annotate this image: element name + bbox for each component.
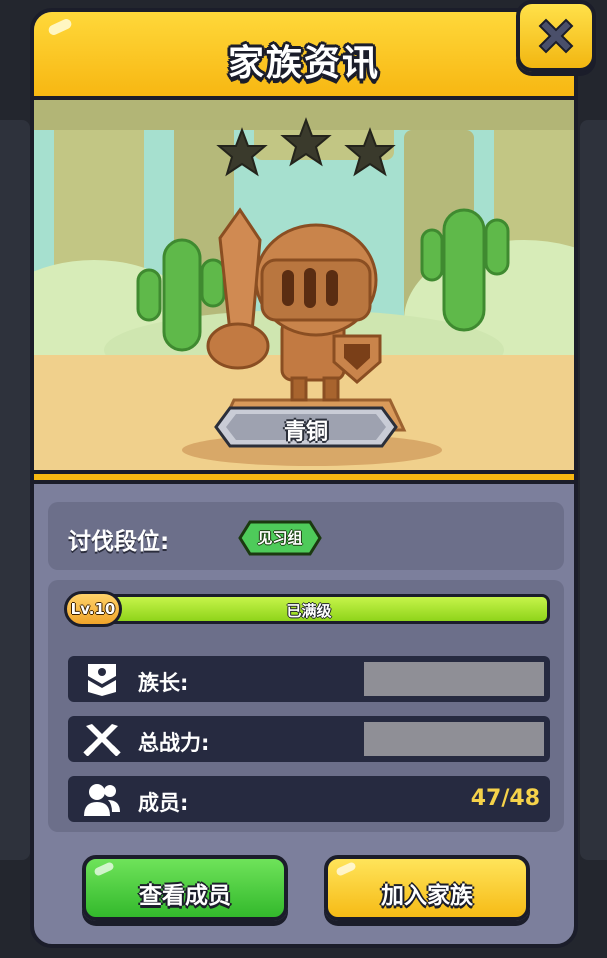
- crossed-swords-icon: [82, 722, 122, 760]
- close-button[interactable]: [516, 0, 596, 72]
- members-count: 47/48: [470, 786, 540, 811]
- background-panel-left: [0, 120, 30, 860]
- view-members-label: 查看成员: [139, 883, 231, 909]
- button-shine: [93, 861, 115, 877]
- raid-rank-badge-text: 见习组: [257, 529, 303, 547]
- total-power-value: [364, 722, 544, 756]
- level-status: 已满级: [286, 602, 332, 620]
- total-power-row: 总战力:: [68, 716, 550, 762]
- star-icon-3: [344, 127, 396, 177]
- clan-stats-box: 已满级 Lv.10 族长: 总战力: 成员: 47/48: [48, 580, 564, 832]
- level-badge: Lv.10: [64, 591, 122, 627]
- leader-badge-icon: [82, 662, 122, 700]
- total-power-label: 总战力:: [138, 731, 210, 755]
- button-shine: [335, 861, 357, 877]
- raid-rank-label: 讨伐段位:: [68, 529, 170, 555]
- scene-divider: [34, 470, 574, 484]
- rank-tier-plate: 青铜: [214, 406, 398, 448]
- leader-label: 族长:: [138, 671, 189, 695]
- leader-row: 族长:: [68, 656, 550, 702]
- view-members-button[interactable]: 查看成员: [82, 855, 288, 921]
- members-label: 成员:: [138, 791, 189, 815]
- join-clan-button[interactable]: 加入家族: [324, 855, 530, 921]
- rank-tier-label: 青铜: [283, 420, 328, 445]
- level-track: 已满级: [68, 594, 550, 624]
- dialog-header: 家族资讯: [34, 12, 574, 100]
- members-icon: [82, 782, 122, 820]
- background-panel-right: [580, 120, 607, 860]
- raid-rank-badge: 见习组: [238, 520, 322, 556]
- star-icon-2: [280, 117, 332, 167]
- dialog-title: 家族资讯: [227, 43, 380, 84]
- clan-info-dialog: 家族资讯 青铜 讨伐段位: 见习组 已满级 Lv.10 族长: 总战力: 成员:…: [30, 8, 578, 948]
- rank-stars: [216, 117, 396, 177]
- raid-rank-row: 讨伐段位: 见习组: [48, 502, 564, 570]
- join-clan-label: 加入家族: [381, 883, 473, 909]
- close-x-icon: [538, 18, 574, 54]
- star-icon-1: [216, 127, 268, 177]
- level-progress-bar: 已满级 Lv.10: [64, 591, 550, 627]
- leader-value: [364, 662, 544, 696]
- members-row: 成员: 47/48: [68, 776, 550, 822]
